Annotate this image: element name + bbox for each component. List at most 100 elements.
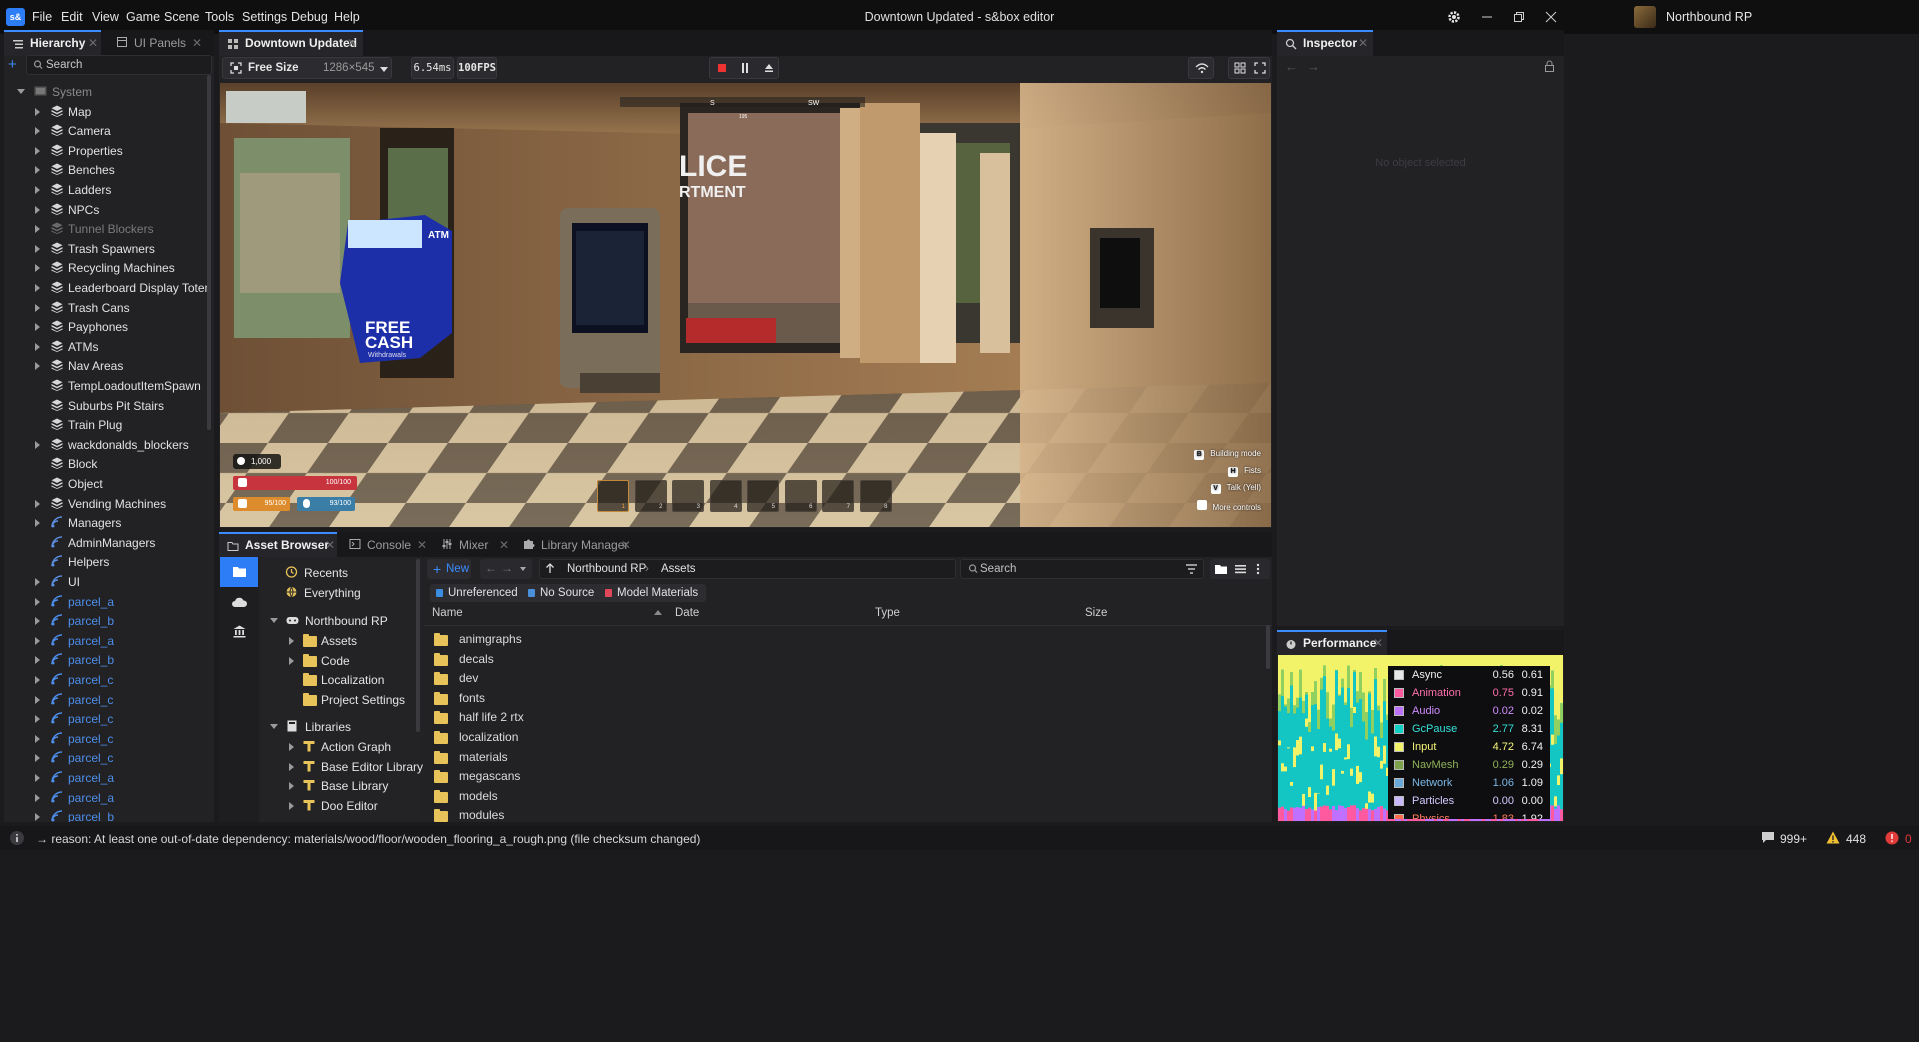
expand-arrow-icon[interactable] (35, 519, 40, 528)
forward-arrow-icon[interactable]: → (1307, 59, 1320, 74)
local-assets-button[interactable] (220, 557, 258, 587)
perf-metric-row[interactable]: Network 1.06 1.09 (1388, 774, 1550, 792)
expand-arrow-icon[interactable] (35, 695, 40, 704)
chevron-down-icon[interactable] (520, 567, 526, 571)
menu-game[interactable]: Game (126, 10, 160, 24)
hotbar-slot[interactable]: 7 (822, 480, 854, 512)
expand-arrow-icon[interactable] (35, 715, 40, 724)
metric-toggle-checkbox[interactable] (1394, 760, 1404, 770)
forward-arrow-icon[interactable]: → (501, 561, 513, 575)
back-arrow-icon[interactable]: ← (1285, 59, 1298, 74)
column-name[interactable]: Name (432, 607, 463, 619)
tree-item[interactable]: NPCs (4, 200, 204, 220)
tree-item[interactable]: Train Plug (4, 415, 204, 435)
close-tab-icon[interactable]: ✕ (192, 30, 202, 56)
hotbar-slot[interactable]: 1 (597, 480, 629, 512)
tree-item[interactable]: parcel_b (4, 807, 204, 822)
tree-item[interactable]: Ladders (4, 180, 204, 200)
metric-toggle-checkbox[interactable] (1394, 688, 1404, 698)
expand-arrow-icon[interactable] (35, 127, 40, 136)
perf-metric-row[interactable]: Input 4.72 6.74 (1388, 738, 1550, 756)
expand-arrow-icon[interactable] (35, 499, 40, 508)
expand-arrow-icon[interactable] (289, 762, 294, 771)
menu-edit[interactable]: Edit (61, 10, 83, 24)
expand-arrow-icon[interactable] (35, 107, 40, 116)
tree-item[interactable]: Leaderboard Display Totems (4, 278, 208, 298)
expand-arrow-icon[interactable] (35, 362, 40, 371)
metric-toggle-checkbox[interactable] (1394, 814, 1404, 819)
expand-arrow-icon[interactable] (289, 801, 294, 810)
menu-file[interactable]: File (32, 10, 52, 24)
expand-arrow-icon[interactable] (35, 676, 40, 684)
tree-item[interactable]: parcel_c (4, 670, 204, 690)
expand-arrow-icon[interactable] (35, 244, 40, 253)
folder-view-icon[interactable] (1215, 564, 1227, 574)
tree-item[interactable]: TempLoadoutItemSpawn (4, 376, 204, 396)
metric-toggle-checkbox[interactable] (1394, 778, 1404, 788)
tree-item[interactable]: Trash Cans (4, 298, 204, 318)
tab-ui-panels[interactable]: UI Panels ✕ (108, 30, 208, 56)
tree-item[interactable]: AdminManagers (4, 533, 204, 553)
filter-chip[interactable]: Unreferenced (430, 584, 526, 602)
tab-performance[interactable]: Performance ✕ (1277, 630, 1387, 656)
expand-arrow-icon[interactable] (35, 342, 40, 351)
more-options-icon[interactable] (1256, 563, 1260, 575)
tab-scene[interactable]: Downtown Updated ✕ (219, 30, 363, 56)
collapse-arrow-icon[interactable] (17, 89, 25, 94)
expand-arrow-icon[interactable] (35, 617, 40, 626)
menu-help[interactable]: Help (334, 10, 360, 24)
tree-item[interactable]: wackdonalds_blockers (4, 435, 204, 455)
tree-item[interactable]: ATMs (4, 337, 204, 357)
expand-arrow-icon[interactable] (35, 774, 40, 782)
expand-arrow-icon[interactable] (35, 284, 40, 292)
perf-metric-row[interactable]: Animation 0.75 0.91 (1388, 684, 1550, 702)
hotbar-slot[interactable]: 8 (859, 480, 892, 512)
perf-metric-row[interactable]: Async 0.56 0.61 (1388, 666, 1550, 684)
tree-item[interactable]: Benches (4, 160, 204, 180)
expand-arrow-icon[interactable] (35, 146, 40, 155)
pause-icon[interactable] (742, 63, 744, 73)
perf-metric-row[interactable]: GcPause 2.77 8.31 (1388, 720, 1550, 738)
asset-search-input[interactable]: Search (960, 559, 1204, 579)
tree-item[interactable]: parcel_a (4, 592, 204, 612)
file-list-scrollbar[interactable] (1266, 625, 1270, 669)
settings-gear-icon[interactable] (1446, 9, 1462, 25)
hotbar-slot[interactable]: 6 (784, 480, 817, 512)
perf-metric-row[interactable]: Audio 0.02 0.02 (1388, 702, 1550, 720)
tree-root-system[interactable]: System (4, 82, 204, 102)
column-size[interactable]: Size (1085, 607, 1107, 619)
stop-icon[interactable] (718, 64, 726, 72)
eject-icon[interactable] (764, 63, 774, 73)
back-arrow-icon[interactable]: ← (485, 561, 497, 575)
tree-item[interactable]: Suburbs Pit Stairs (4, 396, 204, 416)
expand-arrow-icon[interactable] (35, 323, 40, 332)
hotbar-slot[interactable]: 2 (634, 480, 667, 512)
close-tab-icon[interactable]: ✕ (1358, 32, 1368, 54)
tree-item[interactable]: parcel_b (4, 611, 204, 631)
expand-arrow-icon[interactable] (35, 440, 40, 449)
expand-arrow-icon[interactable] (35, 656, 40, 665)
project-name[interactable]: Northbound RP (1666, 10, 1752, 24)
menu-scene[interactable]: Scene (164, 10, 199, 24)
tree-item[interactable]: parcel_a (4, 788, 204, 808)
minimize-icon[interactable] (1479, 9, 1495, 25)
warning-icon[interactable] (1826, 831, 1840, 844)
tab-library-manager[interactable]: Library Manager ✕ (515, 532, 635, 558)
network-toggle[interactable] (1188, 57, 1214, 79)
errors-count[interactable]: 0 (1905, 832, 1912, 846)
tree-item[interactable]: parcel_a (4, 631, 204, 651)
messages-count[interactable]: 999+ (1780, 832, 1807, 846)
tree-item[interactable]: Recycling Machines (4, 258, 204, 278)
close-tab-icon[interactable]: ✕ (1373, 632, 1383, 654)
expand-arrow-icon[interactable] (35, 793, 40, 802)
tree-item[interactable]: parcel_c (4, 709, 204, 729)
expand-arrow-icon[interactable] (35, 205, 40, 214)
menu-debug[interactable]: Debug (291, 10, 328, 24)
file-row[interactable]: models (428, 786, 1268, 806)
hotbar-slot[interactable]: 5 (747, 480, 779, 512)
file-row[interactable]: materials (428, 747, 1268, 767)
tree-item[interactable]: parcel_c (4, 748, 204, 768)
app-logo[interactable]: s& (6, 8, 25, 26)
breadcrumb-project[interactable]: Northbound RP (567, 563, 646, 575)
tree-item[interactable]: parcel_b (4, 650, 204, 670)
